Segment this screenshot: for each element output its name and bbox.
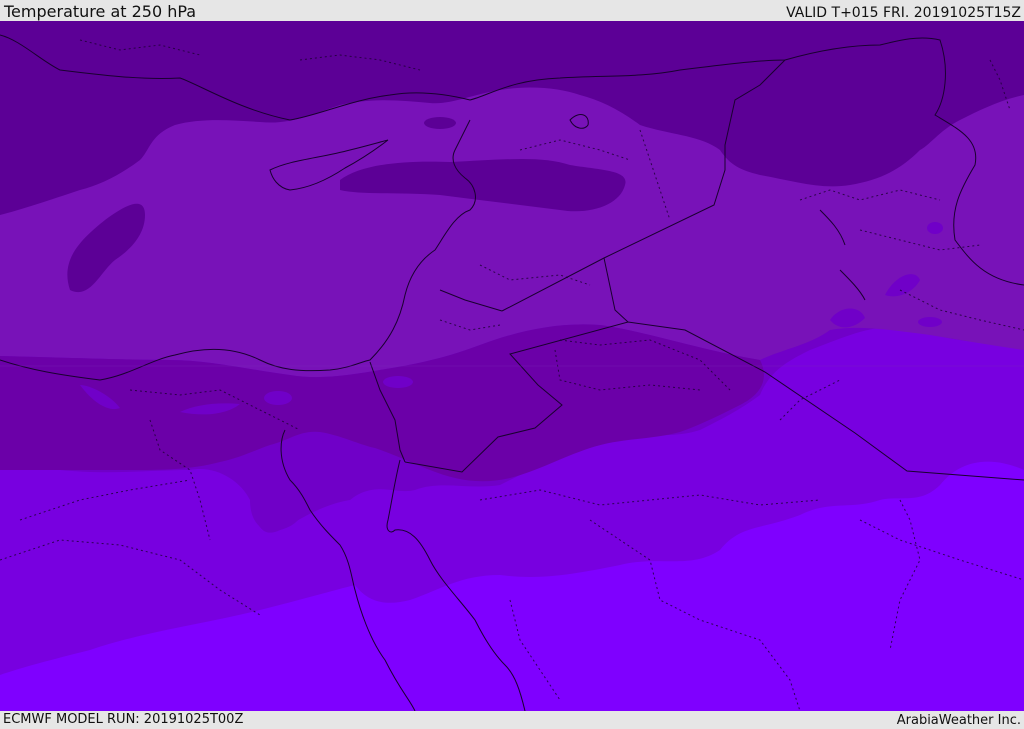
model-run-label: ECMWF MODEL RUN: 20191025T00Z: [3, 712, 244, 727]
footer-bar: ECMWF MODEL RUN: 20191025T00Z ArabiaWeat…: [0, 711, 1024, 729]
temperature-map: [0, 21, 1024, 711]
temperature-warm-spot-4: [383, 376, 413, 388]
valid-time: VALID T+015 FRI. 20191025T15Z: [786, 5, 1021, 21]
credit-label: ArabiaWeather Inc.: [896, 713, 1021, 728]
map-title: Temperature at 250 hPa: [4, 2, 197, 21]
temperature-warm-spot-3: [264, 391, 292, 405]
temperature-cold-pocket-small: [424, 117, 456, 129]
temperature-warm-spot-6: [918, 317, 942, 327]
temperature-warm-spot-7: [927, 222, 943, 234]
header-bar: Temperature at 250 hPa VALID T+015 FRI. …: [0, 0, 1024, 21]
